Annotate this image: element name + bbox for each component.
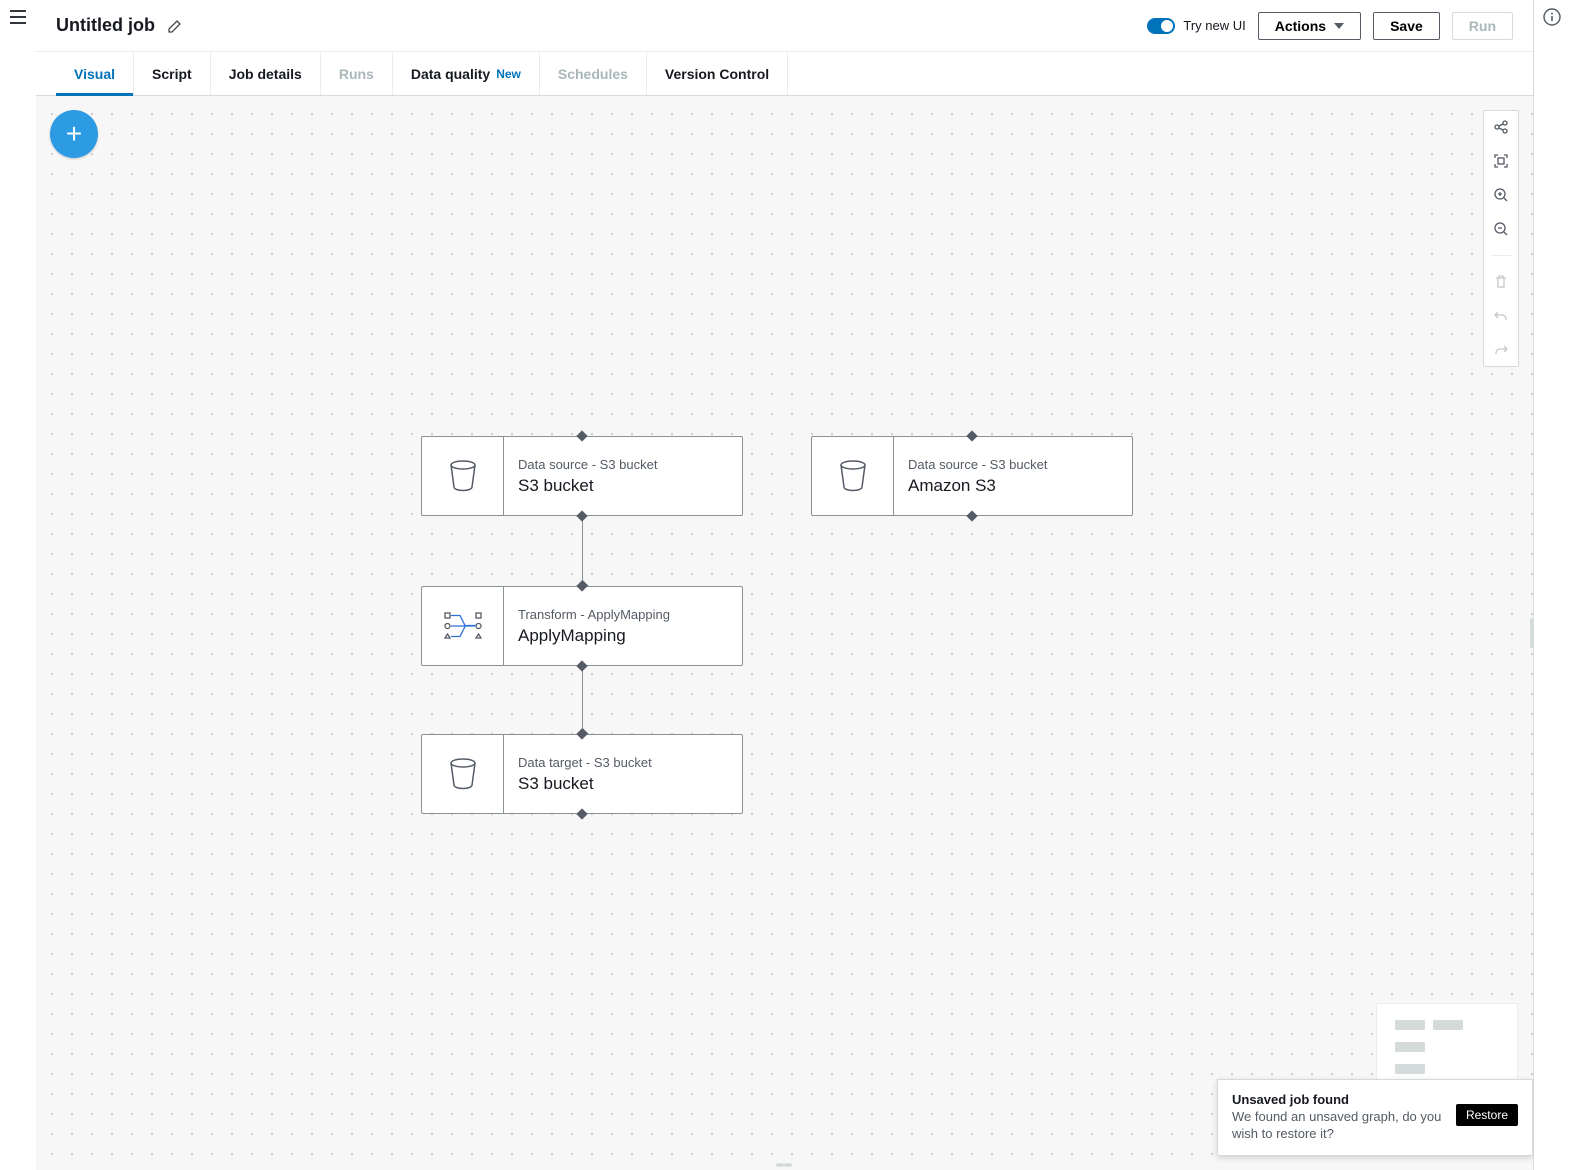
node-source-s3[interactable]: Data source - S3 bucket S3 bucket [421, 436, 743, 516]
info-icon[interactable] [1543, 8, 1561, 26]
edit-title-icon[interactable] [167, 18, 183, 34]
run-button: Run [1452, 12, 1513, 40]
bucket-icon [812, 437, 894, 515]
tab-version-control[interactable]: Version Control [647, 52, 788, 95]
edge [582, 516, 583, 586]
canvas-tools [1483, 110, 1519, 367]
node-subtitle: Data target - S3 bucket [518, 755, 728, 770]
node-title: Amazon S3 [908, 476, 1118, 496]
undo-icon [1491, 306, 1511, 326]
node-title: ApplyMapping [518, 626, 728, 646]
toast-body: We found an unsaved graph, do you wish t… [1232, 1109, 1446, 1143]
canvas[interactable]: + [36, 96, 1533, 1170]
tab-runs: Runs [321, 52, 393, 95]
redo-icon [1491, 340, 1511, 360]
save-button[interactable]: Save [1373, 12, 1440, 40]
fit-to-screen-icon[interactable] [1491, 151, 1511, 171]
toast-title: Unsaved job found [1232, 1092, 1446, 1107]
toggle-switch-icon [1147, 18, 1175, 34]
zoom-in-icon[interactable] [1491, 185, 1511, 205]
node-applymapping[interactable]: Transform - ApplyMapping ApplyMapping [421, 586, 743, 666]
chevron-down-icon [1334, 23, 1344, 29]
share-icon[interactable] [1491, 117, 1511, 137]
plus-icon: + [66, 118, 82, 150]
tab-job-details[interactable]: Job details [211, 52, 321, 95]
page-title: Untitled job [56, 15, 155, 36]
mapping-icon [422, 587, 504, 665]
right-splitter[interactable] [1530, 618, 1533, 648]
node-title: S3 bucket [518, 774, 728, 794]
bucket-icon [422, 437, 504, 515]
node-subtitle: Data source - S3 bucket [908, 457, 1118, 472]
new-badge: New [496, 67, 521, 81]
toggle-label: Try new UI [1183, 18, 1245, 33]
node-source-amazon-s3[interactable]: Data source - S3 bucket Amazon S3 [811, 436, 1133, 516]
bucket-icon [422, 735, 504, 813]
hamburger-menu-icon[interactable] [10, 10, 26, 24]
tab-script[interactable]: Script [134, 52, 211, 95]
tab-visual[interactable]: Visual [56, 52, 134, 95]
tab-data-quality[interactable]: Data qualityNew [393, 52, 540, 95]
restore-button[interactable]: Restore [1456, 1104, 1518, 1126]
node-subtitle: Data source - S3 bucket [518, 457, 728, 472]
edge [582, 666, 583, 734]
add-node-button[interactable]: + [50, 110, 98, 158]
node-target-s3[interactable]: Data target - S3 bucket S3 bucket [421, 734, 743, 814]
try-new-ui-toggle[interactable]: Try new UI [1147, 18, 1245, 34]
unsaved-job-toast: Unsaved job found We found an unsaved gr… [1217, 1079, 1533, 1156]
node-subtitle: Transform - ApplyMapping [518, 607, 728, 622]
actions-label: Actions [1275, 18, 1326, 34]
tab-schedules: Schedules [540, 52, 647, 95]
node-title: S3 bucket [518, 476, 728, 496]
tabs: Visual Script Job details Runs Data qual… [36, 52, 1533, 96]
bottom-drag-handle[interactable]: ══ [773, 1162, 797, 1168]
actions-button[interactable]: Actions [1258, 12, 1361, 40]
header-bar: Untitled job Try new UI Actions Save Run [36, 0, 1533, 52]
trash-icon [1491, 272, 1511, 292]
zoom-out-icon[interactable] [1491, 219, 1511, 239]
